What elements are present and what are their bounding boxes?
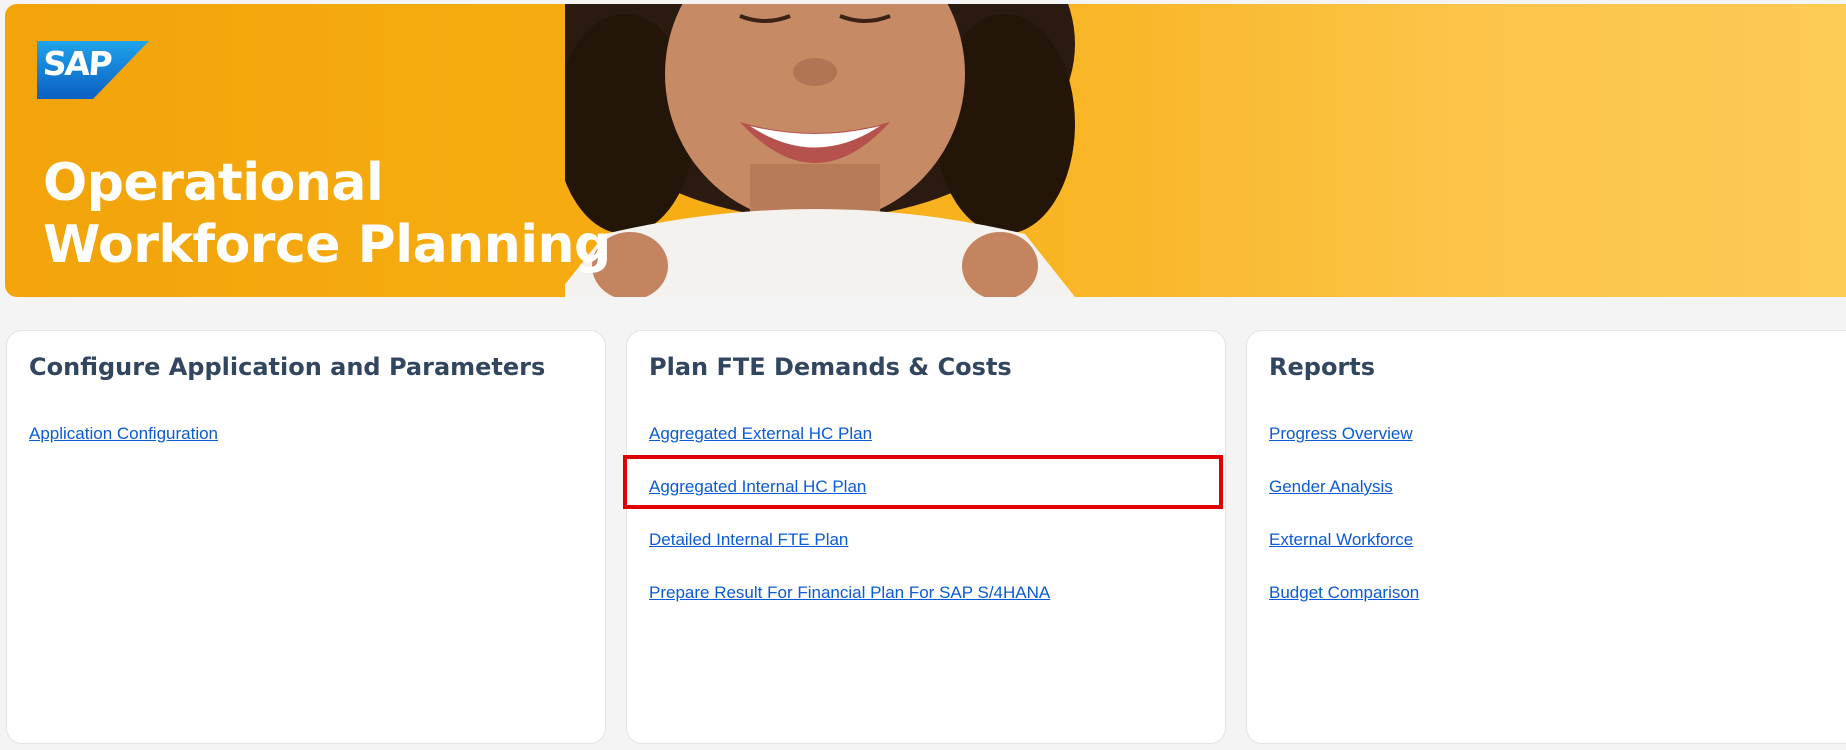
link-list: Progress Overview Gender Analysis Extern… [1269,424,1419,636]
banner-photo [565,4,1265,297]
link-aggregated-internal-hc-plan[interactable]: Aggregated Internal HC Plan [649,477,866,496]
list-item: Aggregated Internal HC Plan [649,477,1050,530]
list-item: External Workforce [1269,530,1419,583]
page-title: Operational Workforce Planning [43,152,611,276]
link-budget-comparison[interactable]: Budget Comparison [1269,583,1419,602]
link-aggregated-external-hc-plan[interactable]: Aggregated External HC Plan [649,424,872,443]
link-application-configuration[interactable]: Application Configuration [29,424,218,443]
list-item: Aggregated External HC Plan [649,424,1050,477]
link-list: Aggregated External HC Plan Aggregated I… [649,424,1050,636]
list-item: Progress Overview [1269,424,1419,477]
list-item: Gender Analysis [1269,477,1419,530]
card-title: Configure Application and Parameters [29,353,546,381]
card-configure: Configure Application and Parameters App… [6,330,606,744]
page-title-line-1: Operational [43,153,384,213]
hero-banner: SAP Operational Workforce Planning [5,4,1846,297]
card-reports: Reports Progress Overview Gender Analysi… [1246,330,1846,744]
link-external-workforce[interactable]: External Workforce [1269,530,1413,549]
link-detailed-internal-fte-plan[interactable]: Detailed Internal FTE Plan [649,530,848,549]
list-item: Prepare Result For Financial Plan For SA… [649,583,1050,636]
page-title-line-2: Workforce Planning [43,215,611,275]
link-gender-analysis[interactable]: Gender Analysis [1269,477,1393,496]
list-item: Detailed Internal FTE Plan [649,530,1050,583]
list-item: Application Configuration [29,424,218,477]
sap-logo-text: SAP [41,44,112,83]
card-plan-fte: Plan FTE Demands & Costs Aggregated Exte… [626,330,1226,744]
link-progress-overview[interactable]: Progress Overview [1269,424,1413,443]
card-title: Plan FTE Demands & Costs [649,353,1012,381]
link-prepare-financial-plan[interactable]: Prepare Result For Financial Plan For SA… [649,583,1050,602]
link-list: Application Configuration [29,424,218,477]
sap-logo: SAP [37,41,149,99]
page: SAP Operational Workforce Planning Confi… [0,0,1846,750]
card-title: Reports [1269,353,1376,381]
list-item: Budget Comparison [1269,583,1419,636]
